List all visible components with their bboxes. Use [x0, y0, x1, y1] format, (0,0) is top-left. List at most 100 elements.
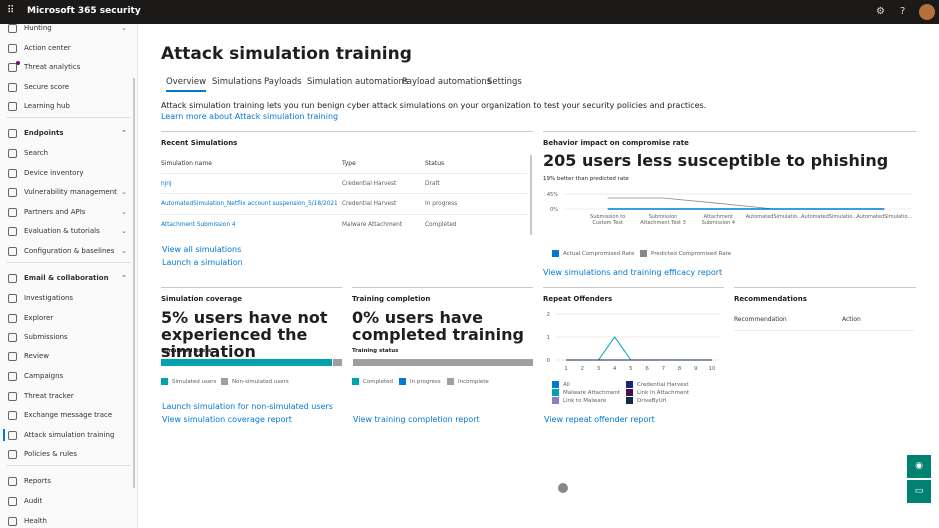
sidebar-item-health[interactable]: Health	[0, 512, 133, 528]
col-header-type[interactable]: Type	[342, 160, 356, 167]
sidebar-item-vulnerability-management[interactable]: Vulnerability management ⌄	[0, 183, 133, 201]
sidebar-item-label: Device inventory	[24, 169, 84, 177]
settings-icon[interactable]: ⚙	[876, 6, 885, 17]
sidebar-item-label: Campaigns	[24, 372, 64, 380]
divider	[352, 287, 533, 288]
chevron-icon[interactable]: ⌄	[121, 208, 127, 216]
simulation-link[interactable]: AutomatedSimulation_Netflix account susp…	[161, 201, 338, 207]
y-tick-label: 0	[547, 358, 551, 364]
table-scrollbar[interactable]	[530, 155, 532, 235]
col-header-recommendation[interactable]: Recommendation	[734, 316, 787, 323]
sidebar-item-audit[interactable]: Audit	[0, 492, 133, 510]
legend-label: All	[563, 382, 570, 388]
app-launcher-icon[interactable]: ⠿	[7, 6, 17, 16]
sidebar-item-campaigns[interactable]: Campaigns	[0, 367, 133, 385]
series-line-malware-attachment	[566, 336, 712, 361]
sidebar-item-endpoints[interactable]: Endpoints ⌃	[0, 124, 133, 142]
legend-label: In progress	[410, 379, 441, 385]
help-fab-icon[interactable]: ◉	[907, 455, 931, 478]
sidebar-item-label: Action center	[24, 44, 71, 52]
simulation-link[interactable]: njnj	[161, 181, 172, 187]
sidebar-item-label: Hunting	[24, 24, 52, 32]
legend-item: Malware Attachment	[552, 389, 626, 397]
attack-simulation-training-icon	[8, 430, 17, 440]
chevron-icon[interactable]: ⌃	[121, 274, 127, 282]
sidebar-item-explorer[interactable]: Explorer	[0, 309, 133, 327]
sidebar-item-submissions[interactable]: Submissions	[0, 328, 133, 346]
x-tick-label: AutomatedSimulatio...	[856, 214, 912, 220]
tab-payloads[interactable]: Payloads	[264, 77, 302, 87]
sidebar-item-label: Secure score	[24, 83, 70, 91]
col-header-action[interactable]: Action	[842, 316, 861, 323]
simulation-link[interactable]: Attachment Submission 4	[161, 222, 236, 228]
legend-label: Completed	[363, 379, 393, 385]
training-headline: 0% users have completed training	[352, 308, 524, 344]
legend-item: Link in Attachment	[626, 389, 712, 397]
col-header-status[interactable]: Status	[425, 160, 444, 167]
sidebar-item-attack-simulation-training[interactable]: Attack simulation training	[0, 426, 133, 444]
sidebar-item-partners-and-apis[interactable]: Partners and APIs ⌄	[0, 203, 133, 221]
sidebar-item-label: Endpoints	[24, 129, 64, 137]
x-tick-label: 10	[709, 366, 716, 372]
sidebar-item-review[interactable]: Review	[0, 347, 133, 365]
chevron-icon[interactable]: ⌄	[121, 247, 127, 255]
tab-simulation-automations[interactable]: Simulation automations	[307, 77, 408, 87]
x-tick-label: 3	[597, 366, 601, 372]
efficacy-report-link[interactable]: View simulations and training efficacy r…	[543, 268, 722, 277]
sidebar-item-device-inventory[interactable]: Device inventory	[0, 164, 133, 182]
chevron-icon[interactable]: ⌄	[121, 188, 127, 196]
behavior-headline: 205 users less susceptible to phishing	[543, 151, 889, 170]
sidebar-item-exchange-message-trace[interactable]: Exchange message trace	[0, 406, 133, 424]
x-tick-label: 2	[580, 366, 584, 372]
sidebar-item-policies-rules[interactable]: Policies & rules	[0, 445, 133, 463]
divider	[543, 131, 916, 132]
sidebar-item-learning-hub[interactable]: Learning hub	[0, 97, 133, 115]
sidebar-item-search[interactable]: Search	[0, 144, 133, 162]
tab-overview[interactable]: Overview	[166, 77, 207, 92]
sidebar-item-threat-tracker[interactable]: Threat tracker	[0, 387, 133, 405]
training-title: Training completion	[352, 295, 431, 303]
behavior-chart: 45%0%Submission toCustom TestSubmissionA…	[547, 192, 913, 226]
sidebar-item-threat-analytics[interactable]: Threat analytics	[0, 58, 133, 76]
avatar[interactable]	[919, 4, 935, 20]
sidebar-scrollbar[interactable]	[133, 78, 135, 488]
help-icon[interactable]: ?	[900, 6, 905, 17]
coverage-report-link[interactable]: View simulation coverage report	[162, 415, 292, 424]
sidebar-item-configuration-baselines[interactable]: Configuration & baselines ⌄	[0, 242, 133, 260]
sidebar-item-email-collaboration[interactable]: Email & collaboration ⌃	[0, 269, 133, 287]
status-cell: Completed	[425, 222, 457, 228]
sidebar-item-secure-score[interactable]: Secure score	[0, 78, 133, 96]
chevron-icon[interactable]: ⌃	[121, 129, 127, 137]
training-bar-label: Training status	[352, 348, 399, 354]
sidebar-item-investigations[interactable]: Investigations	[0, 289, 133, 307]
feedback-icon[interactable]: ▭	[907, 480, 931, 503]
sidebar-item-reports[interactable]: Reports	[0, 472, 133, 490]
view-all-simulations-link[interactable]: View all simulations	[162, 245, 241, 254]
chevron-icon[interactable]: ⌄	[121, 24, 127, 32]
legend-item: All	[552, 381, 626, 389]
training-report-link[interactable]: View training completion report	[353, 415, 480, 424]
tab-settings[interactable]: Settings	[487, 77, 522, 87]
sidebar-item-hunting[interactable]: Hunting ⌄	[0, 24, 133, 37]
legend-label: Non-simulated users	[232, 379, 289, 385]
vulnerability-management-icon	[8, 187, 17, 197]
legend-swatch	[552, 389, 559, 396]
launch-simulation-link[interactable]: Launch a simulation	[162, 258, 243, 267]
table-row: njnj Credential Harvest Draft	[161, 173, 527, 194]
sidebar-item-label: Learning hub	[24, 102, 70, 110]
status-cell: In progress	[425, 201, 458, 207]
health-icon	[8, 516, 17, 526]
reports-icon	[8, 476, 17, 486]
sidebar-item-action-center[interactable]: Action center	[0, 39, 133, 57]
launch-non-simulated-link[interactable]: Launch simulation for non-simulated user…	[162, 402, 333, 411]
repeat-offender-report-link[interactable]: View repeat offender report	[544, 415, 655, 424]
tab-simulations[interactable]: Simulations	[212, 77, 262, 87]
tab-payload-automations[interactable]: Payload automations	[402, 77, 491, 87]
legend-swatch	[352, 378, 359, 385]
chevron-icon[interactable]: ⌄	[121, 227, 127, 235]
learn-more-link[interactable]: Learn more about Attack simulation train…	[161, 112, 338, 121]
x-tick-label: AutomatedSimulatio...	[801, 214, 857, 220]
secure-score-icon	[8, 82, 17, 92]
sidebar-item-evaluation-tutorials[interactable]: Evaluation & tutorials ⌄	[0, 222, 133, 240]
col-header-name[interactable]: Simulation name	[161, 160, 212, 167]
